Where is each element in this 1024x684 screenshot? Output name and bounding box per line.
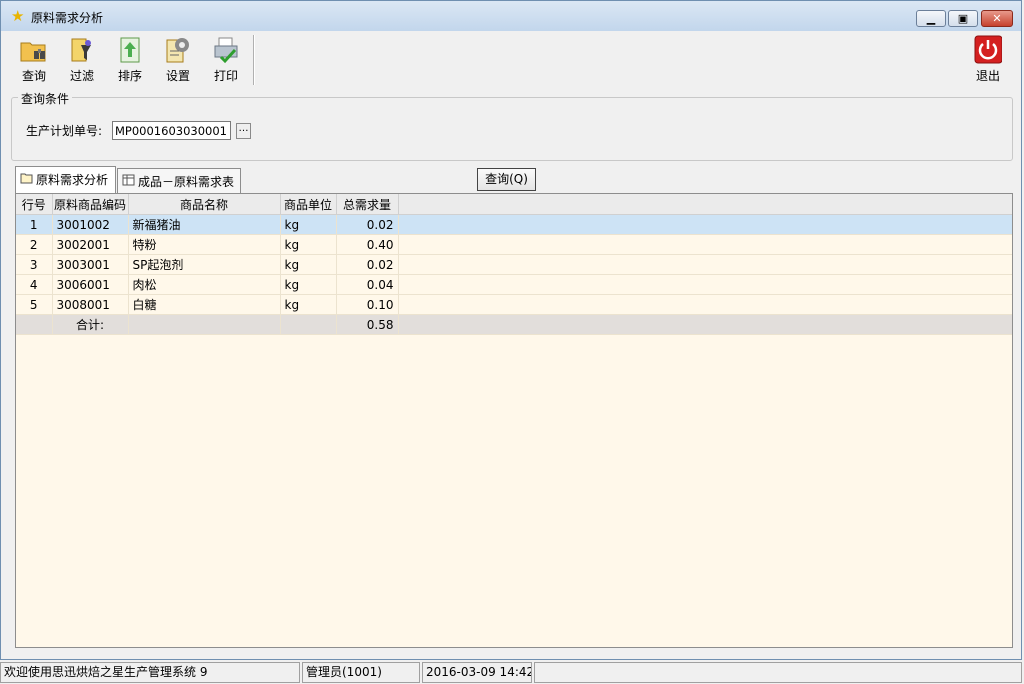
cell-unit: kg xyxy=(280,254,337,275)
cell-row-no: 3 xyxy=(16,254,53,275)
table-row[interactable]: 5 3008001 白糖 kg 0.10 xyxy=(16,294,1012,315)
status-welcome: 欢迎使用思迅烘焙之星生产管理系统 9 xyxy=(0,662,300,683)
table-row[interactable]: 1 3001002 新福猪油 kg 0.02 xyxy=(16,214,1012,235)
cell-total-blank xyxy=(128,314,281,335)
filter-tool-label: 过滤 xyxy=(69,69,94,83)
settings-gear-icon xyxy=(166,38,189,63)
query-tool-button[interactable]: 查询 xyxy=(11,33,57,85)
total-value: 0.58 xyxy=(336,314,399,335)
cell-code: 3008001 xyxy=(52,294,129,315)
cell-qty: 0.40 xyxy=(336,234,399,255)
app-star-icon: ★ xyxy=(11,7,25,25)
query-tool-label: 查询 xyxy=(21,69,46,83)
status-datetime: 2016-03-09 14:42 xyxy=(422,662,532,683)
close-button[interactable]: ✕ xyxy=(981,10,1013,27)
cell-name: 肉松 xyxy=(128,274,281,295)
col-header-code[interactable]: 原料商品编码 xyxy=(52,194,129,215)
print-tool-button[interactable]: 打印 xyxy=(203,33,249,85)
cell-row-no: 2 xyxy=(16,234,53,255)
cell-row-no: 4 xyxy=(16,274,53,295)
maximize-icon: ▣ xyxy=(957,12,969,25)
query-button[interactable]: 查询(Q) xyxy=(477,168,536,191)
tab-product-material-table[interactable]: 成品－原料需求表 xyxy=(117,168,241,193)
cell-filler xyxy=(398,254,1012,275)
total-row: 合计: 0.58 xyxy=(16,314,1012,335)
sort-tool-button[interactable]: 排序 xyxy=(107,33,153,85)
settings-tool-button[interactable]: 设置 xyxy=(155,33,201,85)
cell-qty: 0.04 xyxy=(336,274,399,295)
minimize-icon: ▁ xyxy=(926,12,936,25)
title-bar: ★ 原料需求分析 ▁ ▣ ✕ xyxy=(1,1,1021,31)
cell-total-blank xyxy=(16,314,53,335)
cell-filler xyxy=(398,314,1012,335)
browse-button[interactable]: … xyxy=(236,123,251,139)
power-icon xyxy=(974,35,1002,64)
cell-code: 3001002 xyxy=(52,214,129,235)
table-icon xyxy=(122,174,135,186)
tab-product-material-label: 成品－原料需求表 xyxy=(138,175,235,189)
cell-qty: 0.02 xyxy=(336,254,399,275)
cell-code: 3003001 xyxy=(52,254,129,275)
material-grid: 行号 原料商品编码 商品名称 商品单位 总需求量 1 3001002 新福猪油 … xyxy=(15,193,1013,648)
exit-tool-button[interactable]: 退出 xyxy=(965,33,1011,85)
status-user: 管理员(1001) xyxy=(302,662,420,683)
total-label: 合计: xyxy=(52,314,129,335)
tab-material-analysis-label: 原料需求分析 xyxy=(36,173,109,187)
cell-name: 新福猪油 xyxy=(128,214,281,235)
cell-qty: 0.02 xyxy=(336,214,399,235)
app-window: ★ 原料需求分析 ▁ ▣ ✕ 查询 过滤 排序 设置 打印 退出 查询条件 生产… xyxy=(0,0,1022,660)
cell-unit: kg xyxy=(280,274,337,295)
cell-row-no: 1 xyxy=(16,214,53,235)
cell-unit: kg xyxy=(280,214,337,235)
cell-total-blank xyxy=(280,314,337,335)
status-bar: 欢迎使用思迅烘焙之星生产管理系统 9 管理员(1001) 2016-03-09 … xyxy=(0,660,1024,684)
col-header-unit[interactable]: 商品单位 xyxy=(280,194,337,215)
col-header-qty[interactable]: 总需求量 xyxy=(336,194,399,215)
exit-tool-label: 退出 xyxy=(975,69,1000,83)
cell-code: 3006001 xyxy=(52,274,129,295)
filter-tool-button[interactable]: 过滤 xyxy=(59,33,105,85)
toolbar-separator xyxy=(253,35,255,85)
settings-tool-label: 设置 xyxy=(165,69,190,83)
printer-icon xyxy=(214,37,238,64)
tab-material-analysis[interactable]: 原料需求分析 xyxy=(15,166,116,193)
table-row[interactable]: 4 3006001 肉松 kg 0.04 xyxy=(16,274,1012,295)
cell-filler xyxy=(398,234,1012,255)
window-title: 原料需求分析 xyxy=(31,11,104,25)
filter-icon xyxy=(71,38,91,62)
folder-icon xyxy=(20,173,33,184)
sort-icon xyxy=(120,37,140,63)
cell-code: 3002001 xyxy=(52,234,129,255)
cell-name: 白糖 xyxy=(128,294,281,315)
col-header-row-no[interactable]: 行号 xyxy=(16,194,53,215)
table-header-row: 行号 原料商品编码 商品名称 商品单位 总需求量 xyxy=(16,194,1012,215)
plan-number-input[interactable] xyxy=(112,121,231,140)
cell-row-no: 5 xyxy=(16,294,53,315)
status-empty-panel xyxy=(534,662,1022,683)
col-header-filler xyxy=(398,194,1012,215)
cell-name: SP起泡剂 xyxy=(128,254,281,275)
close-icon: ✕ xyxy=(992,12,1002,25)
folder-search-icon xyxy=(20,42,46,62)
cell-unit: kg xyxy=(280,234,337,255)
sort-tool-label: 排序 xyxy=(117,69,142,83)
col-header-name[interactable]: 商品名称 xyxy=(128,194,281,215)
criteria-group-title: 查询条件 xyxy=(18,90,73,107)
table-row[interactable]: 2 3002001 特粉 kg 0.40 xyxy=(16,234,1012,255)
toolbar: 查询 过滤 排序 设置 打印 退出 xyxy=(11,33,1013,87)
print-tool-label: 打印 xyxy=(213,69,238,83)
cell-filler xyxy=(398,294,1012,315)
cell-filler xyxy=(398,274,1012,295)
ellipsis-icon: … xyxy=(238,123,249,134)
cell-qty: 0.10 xyxy=(336,294,399,315)
cell-filler xyxy=(398,214,1012,235)
cell-name: 特粉 xyxy=(128,234,281,255)
maximize-button[interactable]: ▣ xyxy=(948,10,978,27)
minimize-button[interactable]: ▁ xyxy=(916,10,946,27)
plan-number-label: 生产计划单号: xyxy=(26,124,103,138)
material-table: 行号 原料商品编码 商品名称 商品单位 总需求量 1 3001002 新福猪油 … xyxy=(16,194,1012,335)
table-row[interactable]: 3 3003001 SP起泡剂 kg 0.02 xyxy=(16,254,1012,275)
cell-unit: kg xyxy=(280,294,337,315)
